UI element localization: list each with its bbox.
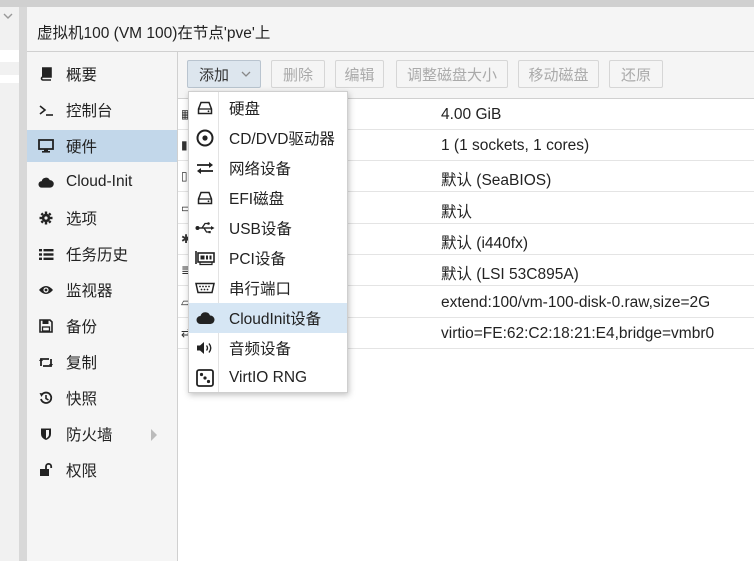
menu-item-label: VirtIO RNG <box>229 369 308 386</box>
row-value: 默认 (SeaBIOS) <box>441 172 552 189</box>
menu-item-audio-device[interactable]: 音频设备 <box>189 333 347 363</box>
shield-icon <box>38 426 54 442</box>
menu-item-label: 串行端口 <box>229 281 292 298</box>
list-icon <box>38 246 54 262</box>
sidebar-item-label: 控制台 <box>66 103 113 120</box>
exchange-icon <box>194 157 216 179</box>
sidebar-item-backup[interactable]: 备份 <box>27 310 177 342</box>
menu-item-label: 网络设备 <box>229 161 292 178</box>
sidebar-item-summary[interactable]: 概要 <box>27 58 177 90</box>
vm-nav-sidebar: 概要 控制台 硬件 Cloud-Init 选项 任务历史 监视器 备份 复制 快… <box>27 52 178 561</box>
menu-item-label: CloudInit设备 <box>229 311 322 328</box>
add-button[interactable]: 添加 <box>187 60 261 88</box>
menu-item-label: 硬盘 <box>229 101 261 118</box>
book-icon <box>38 66 54 82</box>
monitor-icon <box>38 138 54 154</box>
row-value: 默认 <box>441 204 473 221</box>
revert-button-label: 还原 <box>620 66 651 84</box>
row-value: virtio=FE:62:C2:18:21:E4,bridge=vmbr0 <box>441 325 715 342</box>
resize-disk-button[interactable]: 调整磁盘大小 <box>396 60 508 88</box>
row-value: 1 (1 sockets, 1 cores) <box>441 137 590 154</box>
menu-item-label: CD/DVD驱动器 <box>229 131 335 148</box>
row-value: 4.00 GiB <box>441 106 502 123</box>
sidebar-item-label: 选项 <box>66 211 98 228</box>
add-dropdown-menu: 硬盘 CD/DVD驱动器 网络设备 EFI磁盘 USB设备 PCI设备 串行端口… <box>188 91 348 393</box>
sidebar-item-label: 监视器 <box>66 283 113 300</box>
row-value: 默认 (LSI 53C895A) <box>441 266 579 283</box>
edit-button[interactable]: 编辑 <box>335 60 384 88</box>
menu-item-usb-device[interactable]: USB设备 <box>189 213 347 243</box>
sidebar-item-console[interactable]: 控制台 <box>27 94 177 126</box>
sidebar-item-replication[interactable]: 复制 <box>27 346 177 378</box>
sidebar-item-options[interactable]: 选项 <box>27 202 177 234</box>
eye-icon <box>38 282 54 298</box>
hdd-icon <box>194 97 216 119</box>
gear-icon <box>38 210 54 226</box>
sidebar-item-label: 任务历史 <box>66 247 129 264</box>
sidebar-item-snapshots[interactable]: 快照 <box>27 382 177 414</box>
usb-icon <box>194 217 216 239</box>
sidebar-item-task-history[interactable]: 任务历史 <box>27 238 177 270</box>
cloud-icon <box>194 307 216 329</box>
rail-row <box>0 50 19 62</box>
rail-row <box>0 75 19 83</box>
menu-item-efi-disk[interactable]: EFI磁盘 <box>189 183 347 213</box>
menu-item-hard-disk[interactable]: 硬盘 <box>189 93 347 123</box>
sidebar-item-permissions[interactable]: 权限 <box>27 454 177 486</box>
menu-item-label: 音频设备 <box>229 341 292 358</box>
left-resource-rail[interactable] <box>0 7 20 561</box>
title-bar: 虚拟机100 (VM 100)在节点'pve'上 <box>27 7 754 52</box>
move-disk-button[interactable]: 移动磁盘 <box>518 60 599 88</box>
retweet-icon <box>38 354 54 370</box>
chevron-right-icon[interactable] <box>151 429 157 441</box>
sidebar-item-label: 防火墙 <box>66 427 113 444</box>
volume-icon <box>194 337 216 359</box>
row-value: 默认 (i440fx) <box>441 235 528 252</box>
menu-item-virtio-rng[interactable]: VirtIO RNG <box>189 363 347 393</box>
terminal-icon <box>38 102 54 118</box>
page-title: 虚拟机100 (VM 100)在节点'pve'上 <box>37 25 271 42</box>
sidebar-item-label: 概要 <box>66 67 98 84</box>
serial-port-icon <box>194 277 216 299</box>
sidebar-item-firewall[interactable]: 防火墙 <box>27 418 177 450</box>
delete-button[interactable]: 删除 <box>271 60 325 88</box>
menu-item-cd-dvd-drive[interactable]: CD/DVD驱动器 <box>189 123 347 153</box>
menu-item-serial-port[interactable]: 串行端口 <box>189 273 347 303</box>
sidebar-item-label: 复制 <box>66 355 98 372</box>
sidebar-item-label: 备份 <box>66 319 98 336</box>
move-disk-button-label: 移动磁盘 <box>528 66 589 84</box>
dice-icon <box>194 367 216 389</box>
sidebar-item-hardware[interactable]: 硬件 <box>27 130 177 162</box>
chevron-down-icon <box>241 71 251 77</box>
cloud-icon <box>38 174 54 190</box>
edit-button-label: 编辑 <box>344 66 375 84</box>
sidebar-item-label: Cloud-Init <box>66 173 133 190</box>
resize-disk-button-label: 调整磁盘大小 <box>406 66 497 84</box>
chevron-down-icon[interactable] <box>2 9 14 23</box>
pci-card-icon <box>194 247 216 269</box>
unlock-icon <box>38 462 54 478</box>
sidebar-item-label: 快照 <box>66 391 98 408</box>
menu-item-cloudinit-device[interactable]: CloudInit设备 <box>189 303 347 333</box>
top-strip <box>0 0 754 7</box>
sidebar-item-label: 权限 <box>66 463 98 480</box>
disc-icon <box>194 127 216 149</box>
panel-splitter[interactable] <box>19 7 27 561</box>
hdd-icon <box>194 187 216 209</box>
add-button-label: 添加 <box>199 66 230 84</box>
menu-item-pci-device[interactable]: PCI设备 <box>189 243 347 273</box>
delete-button-label: 删除 <box>282 66 313 84</box>
menu-item-label: EFI磁盘 <box>229 191 285 208</box>
sidebar-item-cloud-init[interactable]: Cloud-Init <box>27 166 177 198</box>
sidebar-item-label: 硬件 <box>66 139 98 156</box>
menu-item-label: USB设备 <box>229 221 292 238</box>
sidebar-item-monitor[interactable]: 监视器 <box>27 274 177 306</box>
history-icon <box>38 390 54 406</box>
floppy-icon <box>38 318 54 334</box>
menu-item-label: PCI设备 <box>229 251 286 268</box>
menu-item-network-device[interactable]: 网络设备 <box>189 153 347 183</box>
revert-button[interactable]: 还原 <box>609 60 663 88</box>
row-value: extend:100/vm-100-disk-0.raw,size=2G <box>441 294 711 311</box>
